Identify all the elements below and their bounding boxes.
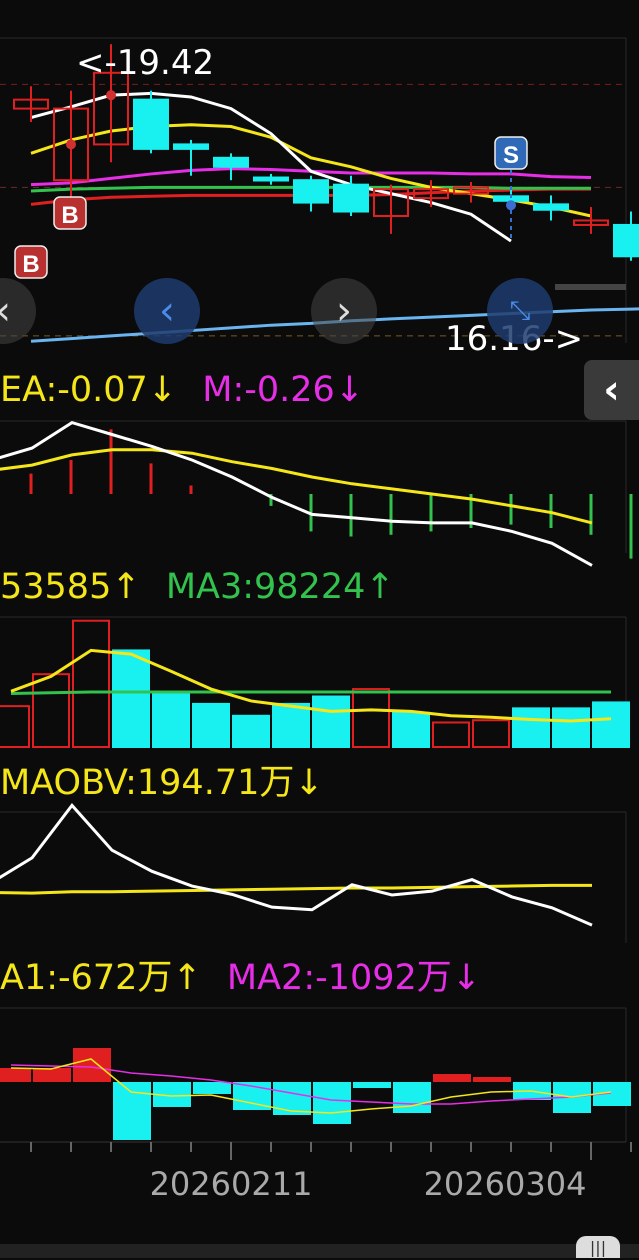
candle-body [213,156,249,168]
chevron-left-icon: ‹ [603,367,620,413]
candle-body [613,223,639,258]
flow-bar [353,1082,391,1088]
sell-marker-text: S [503,142,519,169]
volume-bar [352,688,390,748]
flow-bar [193,1082,231,1094]
volume-bar [232,714,270,748]
volume-bar [392,711,430,748]
volume-labels: 53585↑ MA3:98224↑ [0,567,409,607]
flow-bar [393,1082,431,1113]
flow-bar [0,1068,31,1082]
volume-bar [432,721,470,749]
x-tick-label: 20260211 [150,1165,313,1203]
macd-m-label: M:-0.26↓ [202,370,365,410]
flow-bar [113,1082,151,1140]
signal-dot [66,139,76,150]
volume-bar [312,695,350,749]
volume-bar [472,719,510,748]
signal-dot [106,90,116,101]
x-tick-label: 20260304 [424,1165,587,1203]
high-price-label: <-19.42 [76,43,214,83]
flow-bar [73,1048,111,1082]
buy-marker-text: B [61,202,78,229]
volume-bar [592,701,630,749]
collapse-panel-button[interactable]: ‹ [584,360,639,420]
next-period-button[interactable]: › [311,278,377,344]
chart-canvas[interactable]: BBS<-19.4216.16->2026021120260304 [0,0,639,1258]
flow-bar [473,1077,511,1082]
candle-body [173,143,209,150]
volume-ma3-label: MA3:98224↑ [165,567,395,607]
volume-bar [512,707,550,748]
flow-labels: A1:-672万↑ MA2:-1092万↓ [0,958,495,998]
volume-bar [192,702,230,749]
flow-bar [33,1068,71,1082]
candle-body [253,176,289,182]
macd-dif-line [0,420,593,567]
macd-dea-label: EA:-0.07↓ [0,370,178,410]
flow-bar [313,1082,351,1124]
flow-a1-label: A1:-672万↑ [0,958,202,998]
volume-ma-long-line [10,690,611,696]
candle-body [293,179,329,204]
volume-bar [72,619,110,749]
macd-labels: EA:-0.07↓ M:-0.26↓ [0,370,378,410]
expand-button[interactable]: ⤡ [487,278,553,344]
drag-handle[interactable]: ||| [576,1236,620,1258]
candle-body [533,203,569,211]
obv-line [0,803,593,927]
volume-bar [272,702,310,749]
volume-bar [152,692,190,748]
buy-marker-text: B [22,251,39,278]
prev-period-button[interactable]: ‹ [134,278,200,344]
candle-body [133,98,169,150]
ma5-line [30,91,512,243]
bottom-bar [0,1244,639,1258]
macd-dea-line [0,448,593,525]
volume-bar [0,705,30,749]
flow-bar [433,1074,471,1082]
volume-bar [112,649,150,749]
volume-value-label: 53585↑ [0,567,141,607]
flow-bar [273,1082,311,1115]
volume-bar [32,673,70,749]
obv-labels: MAOBV:194.71万↓ [0,763,338,803]
flow-ma2-label: MA2:-1092万↓ [226,958,482,998]
range-marker [555,284,626,290]
volume-bar [552,707,590,748]
candle-body [333,183,369,213]
maobv-label: MAOBV:194.71万↓ [0,763,324,803]
